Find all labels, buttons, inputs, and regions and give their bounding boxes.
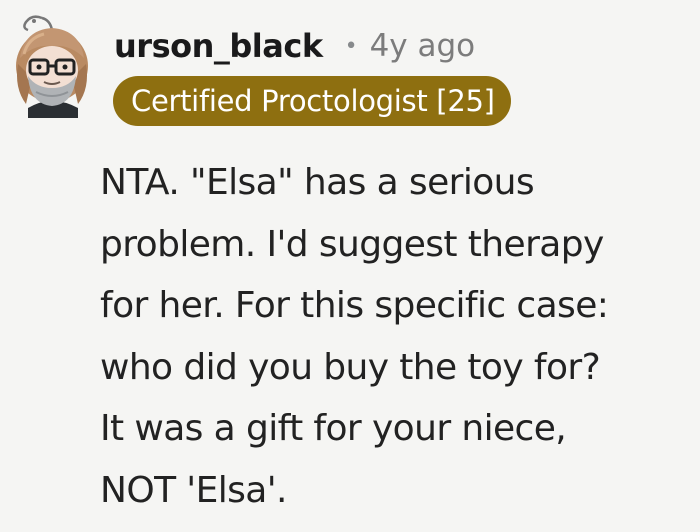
comment-header: urson_black • 4y ago [114, 20, 475, 72]
snoo-avatar-icon [16, 15, 88, 118]
user-avatar[interactable] [4, 8, 100, 118]
timestamp[interactable]: 4y ago [370, 28, 476, 64]
comment-body-line: NOT 'Elsa'. [100, 469, 288, 511]
comment-body: NTA. "Elsa" has a serious problem. I'd s… [100, 152, 692, 521]
comment-body-line: NTA. "Elsa" has a serious [100, 162, 535, 203]
user-flair-badge: Certified Proctologist [25] [113, 76, 511, 126]
comment: urson_black • 4y ago Certified Proctolog… [0, 0, 700, 532]
username-link[interactable]: urson_black [114, 27, 323, 65]
comment-body-line: problem. I'd suggest therapy [100, 223, 604, 265]
comment-body-line: It was a gift for your niece, [100, 408, 567, 449]
comment-body-line: who did you buy the toy for? [100, 346, 601, 388]
comment-body-line: for her. For this specific case: [100, 285, 609, 326]
separator-dot: • [344, 33, 358, 59]
